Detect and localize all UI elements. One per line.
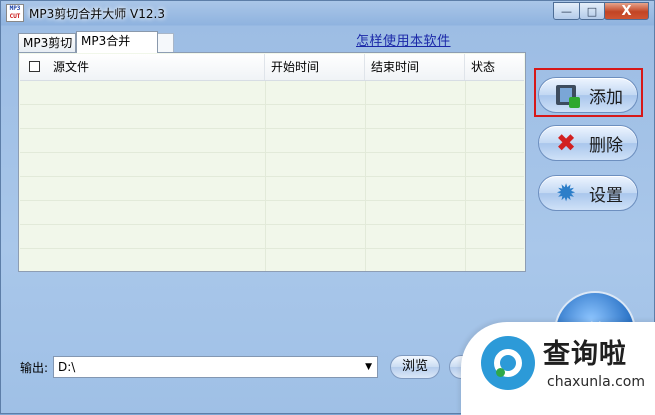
output-label: 输出:: [20, 361, 49, 375]
delete-x-icon: ✖: [555, 129, 577, 157]
output-path-value: D:\: [58, 360, 76, 374]
file-list-body[interactable]: [20, 81, 524, 271]
table-header: 源文件 开始时间 结束时间 状态: [20, 54, 524, 81]
watermark-brand: 查询啦: [543, 339, 627, 370]
delete-button[interactable]: ✖ 删除: [538, 125, 638, 161]
add-button[interactable]: 添加: [538, 77, 638, 113]
settings-button-label: 设置: [589, 185, 623, 206]
column-header-source-file[interactable]: 源文件: [20, 54, 265, 80]
select-all-checkbox[interactable]: [29, 61, 40, 72]
dropdown-arrow-icon[interactable]: ▼: [365, 357, 372, 377]
column-header-start-time[interactable]: 开始时间: [265, 54, 365, 80]
window-title: MP3剪切合并大师 V12.3: [29, 7, 165, 21]
maximize-button[interactable]: □: [579, 2, 605, 20]
help-link[interactable]: 怎样使用本软件: [356, 30, 451, 49]
watermark-badge: 查询啦 chaxunla.com: [461, 322, 655, 415]
app-window: MP3 CUT MP3剪切合并大师 V12.3 — □ X MP3剪切 MP3合…: [0, 0, 655, 415]
grid-column-line: [265, 81, 266, 271]
app-icon-line-2: CUT: [9, 13, 21, 20]
app-icon-line-1: MP3: [9, 5, 21, 12]
watermark-domain: chaxunla.com: [547, 374, 645, 390]
delete-button-label: 删除: [589, 135, 623, 156]
gear-icon: ✹: [555, 179, 577, 207]
grid-column-line: [465, 81, 466, 271]
column-label-source-file: 源文件: [53, 60, 90, 74]
search-logo-icon: [481, 336, 535, 390]
column-header-end-time[interactable]: 结束时间: [365, 54, 465, 80]
minimize-button[interactable]: —: [553, 2, 580, 20]
output-path-select[interactable]: D:\ ▼: [53, 356, 378, 378]
column-header-status[interactable]: 状态: [465, 54, 524, 80]
mp3-cut-app-icon: MP3 CUT: [6, 4, 24, 22]
tab-mp3-cut[interactable]: MP3剪切: [18, 33, 76, 53]
add-video-icon: [549, 85, 583, 108]
title-bar[interactable]: MP3 CUT MP3剪切合并大师 V12.3 — □ X: [1, 1, 654, 25]
tab-mp3-merge[interactable]: MP3合并: [76, 31, 158, 53]
settings-button[interactable]: ✹ 设置: [538, 175, 638, 211]
browse-button[interactable]: 浏览: [390, 355, 440, 379]
tab-strip-filler: [158, 33, 174, 53]
add-button-label: 添加: [589, 87, 623, 108]
file-list-panel: 源文件 开始时间 结束时间 状态: [18, 52, 526, 272]
close-button[interactable]: X: [604, 2, 649, 20]
grid-column-line: [365, 81, 366, 271]
